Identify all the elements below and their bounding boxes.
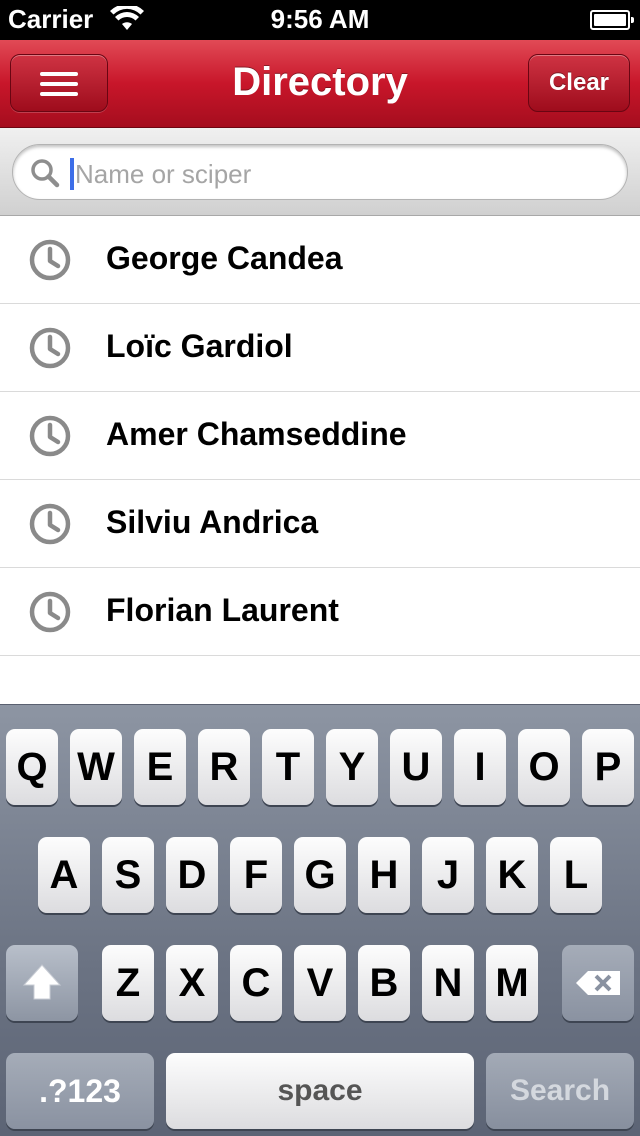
list-item[interactable]: George Candea: [0, 216, 640, 304]
clock-icon: [29, 327, 71, 369]
key-x[interactable]: X: [166, 945, 218, 1021]
key-g[interactable]: G: [294, 837, 346, 913]
search-key[interactable]: Search: [486, 1053, 634, 1129]
search-icon: [31, 159, 60, 188]
search-placeholder: Name or sciper: [75, 159, 252, 189]
key-f[interactable]: F: [230, 837, 282, 913]
key-e[interactable]: E: [134, 729, 186, 805]
clock-time: 9:56 AM: [270, 4, 370, 34]
key-u[interactable]: U: [390, 729, 442, 805]
key-b[interactable]: B: [358, 945, 410, 1021]
key-a[interactable]: A: [38, 837, 90, 913]
key-k[interactable]: K: [486, 837, 538, 913]
key-y[interactable]: Y: [326, 729, 378, 805]
key-h[interactable]: H: [358, 837, 410, 913]
numbers-key[interactable]: .?123: [6, 1053, 154, 1129]
key-t[interactable]: T: [262, 729, 314, 805]
key-w[interactable]: W: [70, 729, 122, 805]
shift-icon: [22, 964, 62, 1000]
backspace-key[interactable]: [562, 945, 634, 1021]
status-bar: Carrier 9:56 AM: [0, 0, 640, 40]
list-item[interactable]: Amer Chamseddine: [0, 392, 640, 480]
key-d[interactable]: D: [166, 837, 218, 913]
key-z[interactable]: Z: [102, 945, 154, 1021]
search-bar: Name or sciper: [0, 128, 640, 216]
person-name: Loïc Gardiol: [106, 328, 293, 364]
recent-searches-list: George Candea Loïc Gardiol Amer Chamseddin…: [0, 216, 640, 656]
space-key[interactable]: space: [166, 1053, 474, 1129]
search-input[interactable]: Name or sciper: [12, 144, 628, 200]
key-q[interactable]: Q: [6, 729, 58, 805]
keyboard: .?123 space Search QWERTYUIOP ASDFGHJKL ZX…: [0, 704, 640, 1136]
clock-icon: [29, 503, 71, 545]
clear-button[interactable]: Clear: [528, 54, 630, 112]
key-s[interactable]: S: [102, 837, 154, 913]
key-l[interactable]: L: [550, 837, 602, 913]
list-item[interactable]: Silviu Andrica: [0, 480, 640, 568]
battery-icon: [590, 10, 634, 30]
key-n[interactable]: N: [422, 945, 474, 1021]
list-item[interactable]: Loïc Gardiol: [0, 304, 640, 392]
clock-icon: [29, 239, 71, 281]
key-i[interactable]: I: [454, 729, 506, 805]
key-v[interactable]: V: [294, 945, 346, 1021]
key-r[interactable]: R: [198, 729, 250, 805]
key-o[interactable]: O: [518, 729, 570, 805]
shift-key[interactable]: [6, 945, 78, 1021]
key-j[interactable]: J: [422, 837, 474, 913]
key-m[interactable]: M: [486, 945, 538, 1021]
clock-icon: [29, 415, 71, 457]
person-name: Silviu Andrica: [106, 504, 319, 540]
backspace-icon: [576, 971, 620, 995]
person-name: Amer Chamseddine: [106, 416, 407, 452]
person-name: Florian Laurent: [106, 592, 339, 628]
list-item[interactable]: Florian Laurent: [0, 568, 640, 656]
person-name: George Candea: [106, 240, 343, 276]
navigation-bar: Directory Clear: [0, 40, 640, 128]
clock-icon: [29, 591, 71, 633]
key-p[interactable]: P: [582, 729, 634, 805]
text-cursor: [70, 158, 74, 190]
key-c[interactable]: C: [230, 945, 282, 1021]
